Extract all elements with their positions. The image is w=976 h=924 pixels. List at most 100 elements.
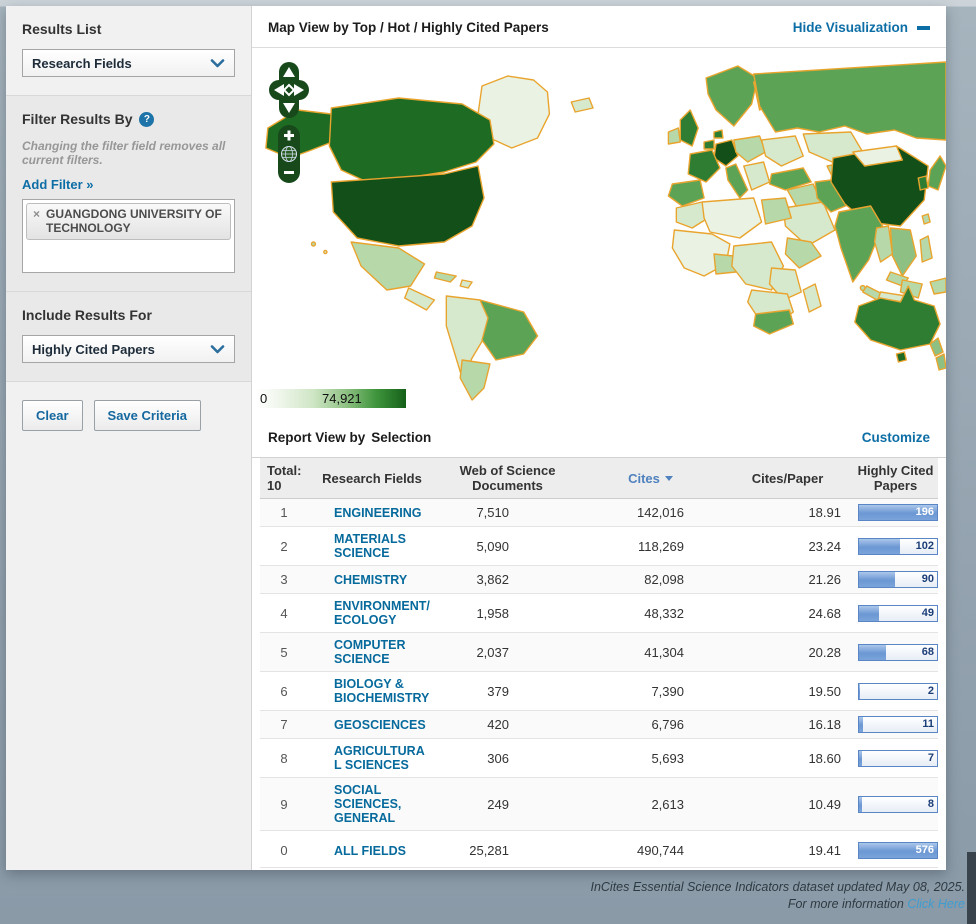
highly-cited-papers-bar: 68	[858, 644, 938, 661]
table-row-total: 0ALL FIELDS25,281490,74419.41576	[260, 831, 938, 868]
research-field-link[interactable]: ALL FIELDS	[308, 844, 436, 858]
wos-documents-cell: 3,862	[436, 566, 579, 594]
table-header-row: Total: 10 Research Fields Web of Science…	[260, 458, 938, 499]
cites-cell: 5,693	[579, 739, 722, 778]
highly-cited-papers-bar: 196	[858, 504, 938, 521]
cites-per-paper-cell: 23.24	[722, 527, 853, 566]
wos-documents-cell: 7,510	[436, 499, 579, 527]
table-row: 3CHEMISTRY3,86282,09821.26 90	[260, 566, 938, 594]
research-field-link[interactable]: CHEMISTRY	[308, 573, 436, 587]
rank-cell: 4	[260, 594, 308, 633]
bar-value-label: 576	[916, 844, 934, 857]
cites-cell: 82,098	[579, 566, 722, 594]
highly-cited-papers-bar: 49	[858, 605, 938, 622]
column-header-cites[interactable]: Cites	[579, 458, 722, 499]
cites-cell: 6,796	[579, 711, 722, 739]
table-row: 7GEOSCIENCES4206,79616.1811	[260, 711, 938, 739]
column-header-wos-documents[interactable]: Web of Science Documents	[436, 458, 579, 499]
filter-heading: Filter Results By	[22, 111, 132, 127]
wos-documents-cell: 249	[436, 778, 579, 831]
rank-cell: 3	[260, 566, 308, 594]
legend-min-label: 0	[260, 391, 267, 406]
footer-info-text: For more information	[788, 897, 904, 911]
sort-desc-icon	[665, 476, 673, 481]
map-title: Map View by Top / Hot / Highly Cited Pap…	[268, 20, 549, 35]
report-table-body: 1ENGINEERING7,510142,01618.911962MATERIA…	[260, 499, 938, 868]
report-table: Total: 10 Research Fields Web of Science…	[260, 458, 938, 868]
report-title-mode: Selection	[371, 430, 431, 445]
remove-filter-icon[interactable]: ×	[33, 207, 40, 221]
rank-cell: 9	[260, 778, 308, 831]
footer-dataset-line: InCites Essential Science Indicators dat…	[590, 879, 965, 896]
map-pan-control[interactable]	[267, 60, 311, 120]
research-field-link[interactable]: AGRICULTURAL SCIENCES	[308, 744, 436, 772]
map-zoom-control[interactable]	[277, 124, 301, 184]
include-results-dropdown[interactable]: Highly Cited Papers	[22, 335, 235, 363]
research-field-link[interactable]: ENGINEERING	[308, 506, 436, 520]
collapse-minus-icon	[917, 26, 930, 30]
chevron-down-icon	[210, 59, 225, 68]
research-field-link[interactable]: SOCIAL SCIENCES, GENERAL	[308, 783, 436, 825]
app-frame: Results List Research Fields Filter Resu…	[6, 6, 946, 870]
cites-per-paper-cell: 19.50	[722, 672, 853, 711]
research-field-link[interactable]: BIOLOGY & BIOCHEMISTRY	[308, 677, 436, 705]
bar-value-label: 196	[916, 506, 934, 519]
cites-per-paper-cell: 10.49	[722, 778, 853, 831]
map-controls	[266, 60, 312, 184]
table-row: 6BIOLOGY & BIOCHEMISTRY3797,39019.502	[260, 672, 938, 711]
highly-cited-papers-bar: 2	[858, 683, 938, 700]
filter-chip-label: GUANGDONG UNIVERSITY OF TECHNOLOGY	[46, 207, 222, 235]
results-list-dropdown[interactable]: Research Fields	[22, 49, 235, 77]
hide-visualization-link[interactable]: Hide Visualization	[793, 20, 930, 35]
report-section-header: Report View by Selection Customize	[252, 416, 946, 458]
cites-per-paper-cell: 18.91	[722, 499, 853, 527]
map-legend: 0 74,921	[256, 389, 406, 408]
research-field-link[interactable]: MATERIALS SCIENCE	[308, 532, 436, 560]
cites-cell: 48,332	[579, 594, 722, 633]
rank-cell: 0	[260, 831, 308, 868]
wos-documents-cell: 306	[436, 739, 579, 778]
report-title: Report View by	[268, 430, 365, 445]
bar-value-label: 8	[928, 798, 934, 811]
wos-documents-cell: 25,281	[436, 831, 579, 868]
help-icon[interactable]: ?	[139, 112, 154, 127]
legend-max-label: 74,921	[322, 391, 362, 406]
include-results-heading: Include Results For	[22, 307, 235, 323]
include-results-dropdown-value: Highly Cited Papers	[32, 342, 155, 357]
footer: InCites Essential Science Indicators dat…	[590, 879, 965, 913]
cites-cell: 2,613	[579, 778, 722, 831]
table-row: 4ENVIRONMENT/ECOLOGY1,95848,33224.6849	[260, 594, 938, 633]
filter-chip[interactable]: × GUANGDONG UNIVERSITY OF TECHNOLOGY	[26, 203, 231, 240]
customize-link[interactable]: Customize	[862, 430, 930, 445]
results-list-dropdown-value: Research Fields	[32, 56, 132, 71]
column-header-cites-per-paper[interactable]: Cites/Paper	[722, 458, 853, 499]
cites-per-paper-cell: 21.26	[722, 566, 853, 594]
add-filter-link[interactable]: Add Filter »	[22, 177, 94, 192]
rank-cell: 7	[260, 711, 308, 739]
click-here-link[interactable]: Click Here	[907, 897, 965, 911]
column-header-highly-cited-papers[interactable]: Highly Cited Papers	[853, 458, 938, 499]
research-field-link[interactable]: ENVIRONMENT/ECOLOGY	[308, 599, 436, 627]
bar-value-label: 7	[928, 752, 934, 765]
table-row: 2MATERIALS SCIENCE5,090118,26923.24102	[260, 527, 938, 566]
include-results-panel: Include Results For Highly Cited Papers	[6, 292, 251, 382]
world-map[interactable]	[252, 48, 946, 416]
cites-per-paper-cell: 16.18	[722, 711, 853, 739]
research-field-link[interactable]: COMPUTER SCIENCE	[308, 638, 436, 666]
save-criteria-button[interactable]: Save Criteria	[94, 400, 202, 431]
wos-documents-cell: 1,958	[436, 594, 579, 633]
total-header: Total: 10	[260, 458, 308, 499]
cites-per-paper-cell: 20.28	[722, 633, 853, 672]
cites-cell: 118,269	[579, 527, 722, 566]
sidebar: Results List Research Fields Filter Resu…	[6, 6, 252, 870]
filter-note: Changing the filter field removes all cu…	[22, 139, 235, 167]
cites-cell: 7,390	[579, 672, 722, 711]
clear-button[interactable]: Clear	[22, 400, 83, 431]
rank-cell: 1	[260, 499, 308, 527]
window-edge	[967, 852, 976, 924]
bar-value-label: 90	[922, 573, 934, 586]
column-header-research-fields[interactable]: Research Fields	[308, 458, 436, 499]
research-field-link[interactable]: GEOSCIENCES	[308, 718, 436, 732]
cites-cell: 490,744	[579, 831, 722, 868]
bar-value-label: 68	[922, 646, 934, 659]
